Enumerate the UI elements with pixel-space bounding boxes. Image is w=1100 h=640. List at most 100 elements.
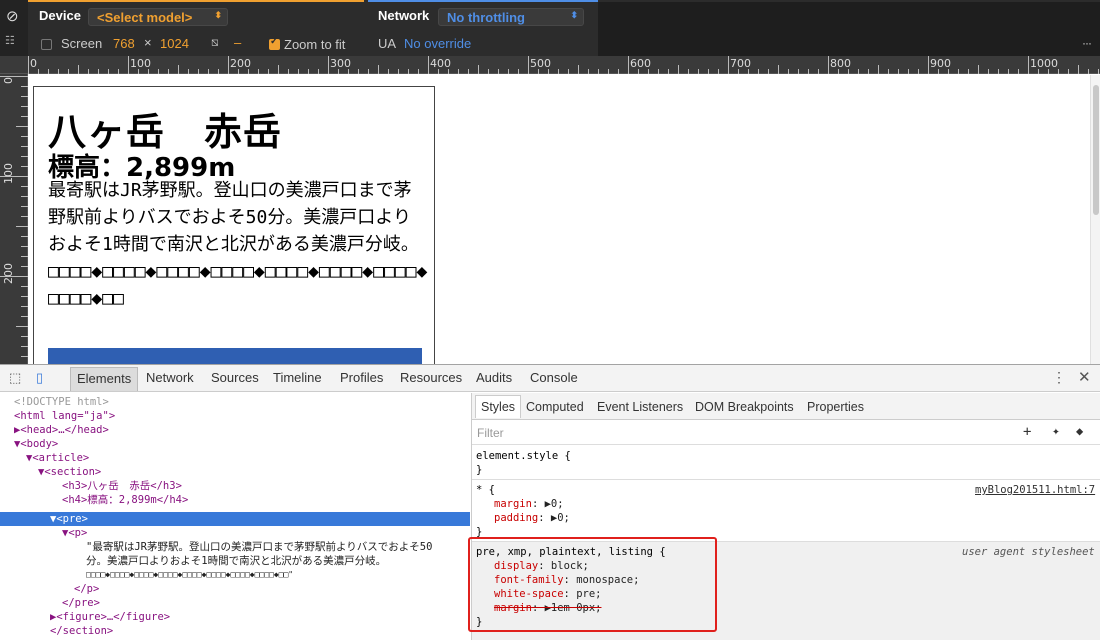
ruler-label: 500: [530, 57, 551, 70]
ruler-label: 0: [30, 57, 37, 70]
disable-device-mode-icon[interactable]: ⊘: [6, 7, 19, 25]
tree-node-h4[interactable]: <h4>標高：2,899m</h4>: [62, 493, 188, 507]
ruler-label: 800: [830, 57, 851, 70]
elements-tree[interactable]: <!DOCTYPE html> <html lang="ja"> ▶<head>…: [0, 393, 470, 640]
tree-node-article[interactable]: ▼<article>: [26, 451, 89, 465]
prop-padding[interactable]: padding: ▶0;: [494, 511, 570, 525]
customize-menu-icon[interactable]: ⋮: [1052, 369, 1066, 386]
prop-colon: : ▶: [531, 498, 551, 510]
access-description: 最寄駅はJR茅野駅。登山口の美濃戸口まで茅野駅前よりバスでおよそ50分。美濃戸口…: [48, 180, 428, 309]
device-pixel-ratio-input[interactable]: –: [234, 35, 241, 50]
ruler-label: 200: [230, 57, 251, 70]
ua-label: UA: [378, 36, 397, 51]
device-section: Device <Select model> ⬍ Screen 768 × 102…: [28, 0, 364, 56]
select-arrows-icon: ⬍: [214, 10, 222, 20]
zoom-to-fit-label: Zoom to fit: [284, 37, 346, 52]
figure-image: [48, 348, 422, 364]
tab-sources[interactable]: Sources: [211, 370, 259, 385]
pin-icon[interactable]: ✦: [1052, 424, 1060, 439]
device-mode-icon[interactable]: ▯: [36, 370, 43, 386]
dimension-separator: ×: [144, 35, 152, 50]
tree-node-section-close[interactable]: </section>: [50, 624, 113, 638]
swap-dimensions-icon[interactable]: ⧅: [211, 35, 219, 50]
prop-value: 0;: [557, 512, 570, 524]
tree-node-section[interactable]: ▼<section>: [38, 465, 101, 479]
ruler-label: 200: [2, 263, 15, 284]
device-label: Device: [39, 8, 81, 23]
ruler-label: 600: [630, 57, 651, 70]
screen-label: Screen: [61, 36, 103, 51]
styles-filter-input[interactable]: Filter: [477, 426, 504, 440]
ua-override-input[interactable]: No override: [404, 36, 471, 51]
tab-properties[interactable]: Properties: [807, 400, 864, 414]
tree-node-head[interactable]: ▶<head>…</head>: [14, 423, 109, 437]
tab-resources[interactable]: Resources: [400, 370, 462, 385]
tree-text-line[interactable]: "最寄駅はJR茅野駅。登山口の美濃戸口まで茅野駅前よりバスでおよそ50: [86, 540, 432, 554]
tree-node-h3[interactable]: <h3>八ヶ岳 赤岳</h3>: [62, 479, 182, 493]
rule-close: }: [476, 464, 483, 476]
ruler-label: 1000: [1030, 57, 1058, 70]
tab-console[interactable]: Console: [530, 370, 578, 385]
inspect-element-icon[interactable]: ⬚: [9, 370, 21, 386]
prop-name: margin: [494, 498, 532, 510]
viewport-scrollbar[interactable]: [1090, 75, 1100, 364]
tree-node-figure[interactable]: ▶<figure>…</figure>: [50, 610, 170, 624]
rule-universal-selector[interactable]: * {: [476, 483, 495, 497]
new-style-rule-icon[interactable]: +: [1023, 424, 1031, 440]
tree-node-pre[interactable]: ▼<pre>: [50, 512, 88, 526]
toolbar-gutter: ⊘ ☷: [0, 0, 28, 56]
ruler-label: 100: [130, 57, 151, 70]
filter-bar: Filter + ✦ ◆: [472, 421, 1100, 445]
tree-text-line[interactable]: □□□□◆□□□□◆□□□□◆□□□□◆□□□□◆□□□□◆□□□□◆□□□□◆…: [86, 568, 293, 582]
rule-element-style[interactable]: element.style {: [476, 449, 571, 463]
prop-margin[interactable]: margin: ▶0;: [494, 497, 564, 511]
panel-tabbar: ⬚ ▯ Elements Network Sources Timeline Pr…: [0, 365, 1100, 392]
tree-node-body[interactable]: ▼<body>: [14, 437, 58, 451]
throttling-value: No throttling: [447, 10, 525, 25]
toggle-element-state-icon[interactable]: ◆: [1076, 424, 1083, 438]
tree-node-doctype[interactable]: <!DOCTYPE html>: [14, 395, 109, 409]
vertical-ruler: 0 100 200: [0, 74, 28, 364]
ruler-label: 900: [930, 57, 951, 70]
tree-node-pre-close[interactable]: </pre>: [62, 596, 100, 610]
network-label: Network: [378, 8, 430, 23]
toolbar-filler: ···: [598, 0, 1100, 56]
tree-node-p[interactable]: ▼<p>: [62, 526, 87, 540]
ruler-label: 100: [2, 163, 15, 184]
screen-checkbox[interactable]: [41, 39, 52, 50]
tree-text-line[interactable]: 分。美濃戸口よりおよそ1時間で南沢と北沢がある美濃戸分岐。: [86, 554, 386, 568]
screen-height-input[interactable]: 1024: [160, 36, 189, 51]
tab-styles[interactable]: Styles: [475, 395, 522, 418]
more-options-icon[interactable]: ···: [1082, 36, 1092, 50]
sidebar-tabbar: Styles Computed Event Listeners DOM Brea…: [472, 393, 1100, 420]
device-model-select[interactable]: <Select model> ⬍: [88, 8, 228, 26]
tab-audits[interactable]: Audits: [476, 370, 512, 385]
ruler-label: 400: [430, 57, 451, 70]
ruler-label: 300: [330, 57, 351, 70]
tab-dom-breakpoints[interactable]: DOM Breakpoints: [695, 400, 794, 414]
scrollbar-thumb[interactable]: [1093, 85, 1099, 215]
tree-node-p-close[interactable]: </p>: [74, 582, 99, 596]
device-viewport[interactable]: 八ヶ岳 赤岳 標高：2,899m 最寄駅はJR茅野駅。登山口の美濃戸口まで茅野駅…: [28, 75, 1090, 364]
page-article: 八ヶ岳 赤岳 標高：2,899m 最寄駅はJR茅野駅。登山口の美濃戸口まで茅野駅…: [33, 86, 435, 364]
device-model-value: <Select model>: [97, 10, 193, 25]
ruler-ticks: [0, 76, 28, 357]
tab-network[interactable]: Network: [146, 370, 194, 385]
network-section: Network No throttling ⬍ UA No override: [368, 0, 598, 56]
tab-elements[interactable]: Elements: [70, 367, 139, 391]
media-query-icon[interactable]: ☷: [5, 34, 15, 47]
throttling-select[interactable]: No throttling ⬍: [438, 8, 584, 26]
tab-computed[interactable]: Computed: [526, 400, 584, 414]
tab-event-listeners[interactable]: Event Listeners: [597, 400, 683, 414]
tab-timeline[interactable]: Timeline: [273, 370, 322, 385]
screen-width-input[interactable]: 768: [113, 36, 135, 51]
rule-ua-source: user agent stylesheet: [962, 546, 1095, 558]
tab-profiles[interactable]: Profiles: [340, 370, 383, 385]
close-icon[interactable]: ✕: [1078, 368, 1091, 386]
prop-colon: : ▶: [538, 512, 558, 524]
horizontal-ruler: 0 100 200 300 400 500 600 700 800 900 10…: [0, 56, 1100, 74]
rule-source-link[interactable]: myBlog201511.html:7: [975, 483, 1095, 497]
prop-value: 0;: [550, 498, 564, 510]
tree-node-html[interactable]: <html lang="ja">: [14, 409, 115, 423]
highlight-annotation-box: [468, 537, 717, 632]
